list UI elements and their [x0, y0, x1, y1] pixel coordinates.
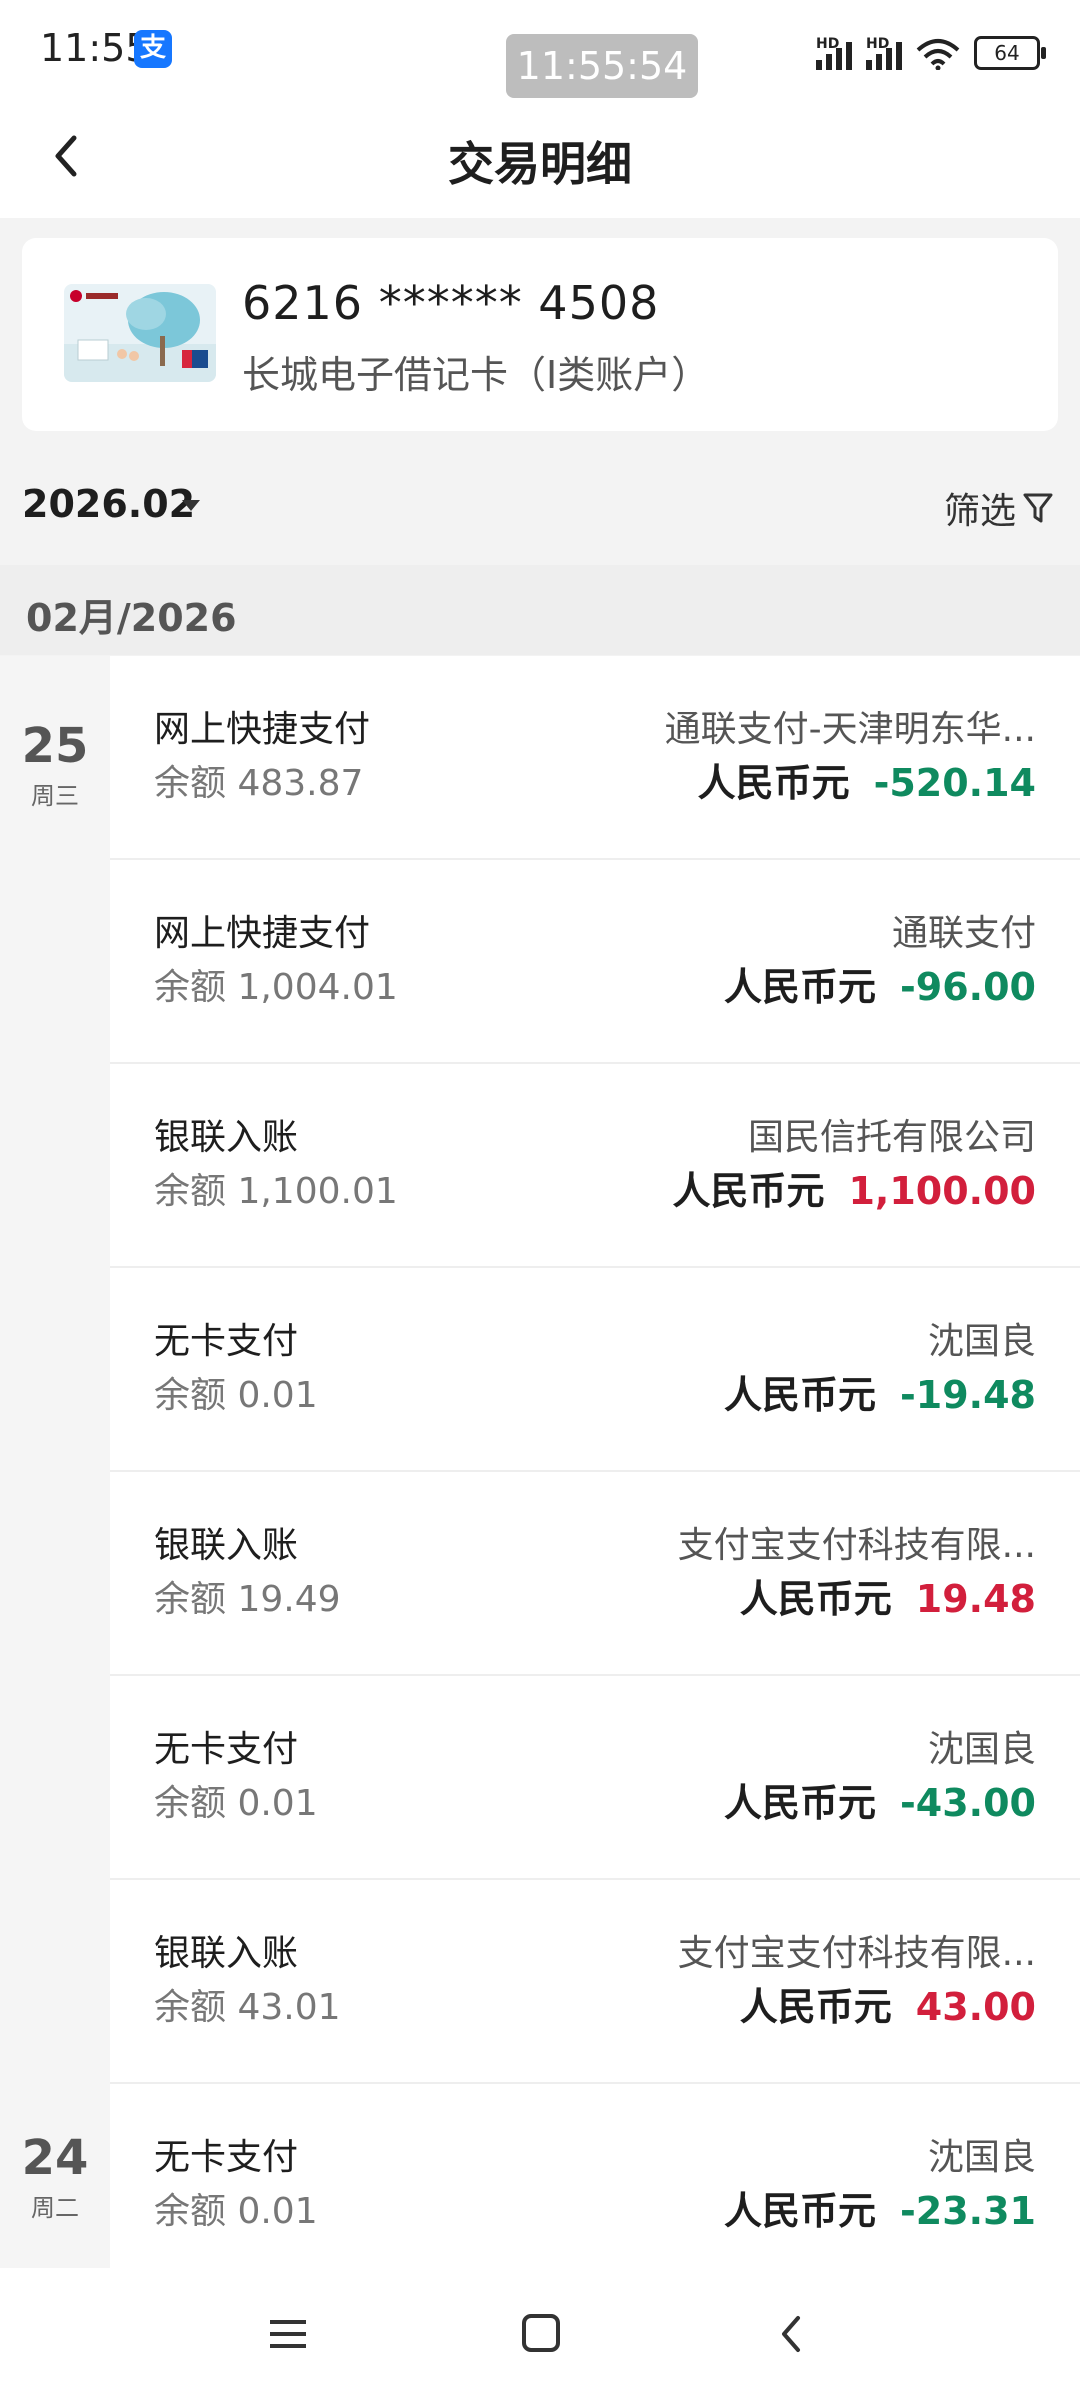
transaction-list: 25 周三 24 周二 网上快捷支付 余额 483.87 通联支付-天津明东华...… [0, 656, 1080, 2288]
counterparty: 沈国良 [927, 1729, 1036, 1770]
amount-line: 人民币元 -520.14 [698, 752, 1036, 807]
signal-icon: HD [816, 36, 852, 70]
transaction-amount: -96.00 [900, 965, 1036, 1009]
overlay-clock: 11:55:54 [506, 34, 698, 98]
currency-label: 人民币元 [724, 1373, 877, 1417]
caret-down-icon[interactable] [182, 500, 200, 511]
transaction-row[interactable]: 无卡支付余额 0.01 沈国良人民币元 -19.48 [110, 1268, 1080, 1472]
wifi-icon [916, 39, 960, 70]
transaction-row[interactable]: 网上快捷支付 余额 1,004.01 通联支付 人民币元 -96.00 [110, 860, 1080, 1064]
transaction-balance: 余额 43.01 [154, 1987, 341, 2028]
counterparty: 沈国良 [927, 1321, 1036, 1362]
counterparty: 通联支付-天津明东华... [664, 709, 1036, 750]
transaction-amount: 19.48 [915, 1577, 1036, 1621]
counterparty: 支付宝支付科技有限... [677, 1933, 1036, 1974]
funnel-icon [1023, 493, 1053, 523]
card-number: 6216 ****** 4508 [242, 276, 660, 330]
transaction-balance: 余额 19.49 [154, 1579, 341, 1620]
menu-icon[interactable] [258, 2308, 318, 2360]
transaction-amount: 1,100.00 [848, 1169, 1036, 1213]
date-column: 25 周三 24 周二 [0, 656, 110, 2268]
transaction-balance: 余额 1,100.01 [154, 1171, 398, 1212]
currency-label: 人民币元 [724, 965, 877, 1009]
transaction-amount: -43.00 [900, 1781, 1036, 1825]
status-icons: HD HD 64 [816, 30, 1046, 70]
bank-card-image [64, 284, 216, 382]
currency-label: 人民币元 [697, 761, 850, 805]
counterparty: 沈国良 [927, 2137, 1036, 2178]
transaction-amount: -520.14 [873, 761, 1036, 805]
amount-line: 人民币元 -96.00 [724, 956, 1036, 1011]
transaction-row[interactable]: 无卡支付余额 0.01 沈国良人民币元 -43.00 [110, 1676, 1080, 1880]
counterparty: 支付宝支付科技有限... [677, 1525, 1036, 1566]
amount-line: 人民币元 -43.00 [724, 1772, 1036, 1827]
transaction-type: 银联入账 [154, 1525, 299, 1566]
signal-icon: HD [866, 36, 902, 70]
filter-bar: 2026.02 筛选 [0, 462, 1080, 548]
transaction-rows: 网上快捷支付 余额 483.87 通联支付-天津明东华... 人民币元 -520.14 网… [110, 656, 1080, 2288]
header-bar: 交易明细 [0, 100, 1080, 218]
day-label: 25 周三 [21, 718, 89, 810]
filter-button[interactable]: 筛选 [944, 482, 1054, 534]
currency-label: 人民币元 [724, 2189, 877, 2233]
transaction-row[interactable]: 银联入账余额 19.49 支付宝支付科技有限... 人民币元 19.48 [110, 1472, 1080, 1676]
transaction-type: 银联入账 [154, 1933, 299, 1974]
transaction-amount: 43.00 [915, 1985, 1036, 2029]
currency-label: 人民币元 [724, 1781, 877, 1825]
transaction-type: 银联入账 [154, 1117, 299, 1158]
transaction-type: 无卡支付 [154, 1321, 299, 1362]
transaction-balance: 余额 483.87 [154, 763, 364, 804]
transaction-row[interactable]: 银联入账余额 1,100.01 国民信托有限公司人民币元 1,100.00 [110, 1064, 1080, 1268]
page-title: 交易明细 [448, 137, 632, 191]
transaction-row[interactable]: 无卡支付余额 0.01 沈国良人民币元 -23.31 [110, 2084, 1080, 2288]
day-label: 24 周二 [21, 2130, 89, 2222]
month-selector[interactable]: 2026.02 [22, 482, 195, 526]
amount-line: 人民币元 1,100.00 [672, 1160, 1036, 1215]
battery-icon: 64 [974, 36, 1046, 70]
currency-label: 人民币元 [739, 1985, 892, 2029]
transaction-row[interactable]: 银联入账余额 43.01 支付宝支付科技有限... 人民币元 43.00 [110, 1880, 1080, 2084]
counterparty: 通联支付 [891, 913, 1036, 954]
transaction-type: 网上快捷支付 [154, 709, 371, 750]
amount-line: 人民币元 -23.31 [724, 2180, 1036, 2235]
transaction-balance: 余额 1,004.01 [154, 967, 398, 1008]
transaction-balance: 余额 0.01 [154, 2191, 318, 2232]
counterparty: 国民信托有限公司 [747, 1117, 1036, 1158]
currency-label: 人民币元 [672, 1169, 825, 1213]
account-card[interactable]: 6216 ****** 4508 长城电子借记卡（I类账户） [22, 238, 1058, 431]
transaction-type: 无卡支付 [154, 2137, 299, 2178]
filter-label: 筛选 [943, 491, 1016, 532]
alipay-app-icon: 支 [134, 30, 172, 68]
transaction-amount: -23.31 [900, 2189, 1036, 2233]
amount-line: 人民币元 -19.48 [724, 1364, 1036, 1419]
card-name: 长城电子借记卡（I类账户） [242, 353, 710, 397]
status-bar: 11:55 支 11:55:54 HD HD 64 [0, 0, 1080, 100]
amount-line: 人民币元 43.00 [740, 1976, 1036, 2031]
transaction-type: 无卡支付 [154, 1729, 299, 1770]
currency-label: 人民币元 [739, 1577, 892, 1621]
month-section-header: 02月/2026 [0, 565, 1080, 655]
home-square-icon[interactable] [510, 2308, 570, 2360]
transaction-row[interactable]: 网上快捷支付 余额 483.87 通联支付-天津明东华... 人民币元 -520.14 [110, 656, 1080, 860]
transaction-balance: 余额 0.01 [154, 1783, 318, 1824]
section-label: 02月/2026 [26, 596, 237, 640]
back-chevron-icon[interactable] [762, 2308, 822, 2360]
amount-line: 人民币元 19.48 [740, 1568, 1036, 1623]
system-nav-bar [0, 2268, 1080, 2400]
transaction-balance: 余额 0.01 [154, 1375, 318, 1416]
transaction-type: 网上快捷支付 [154, 913, 371, 954]
transaction-amount: -19.48 [900, 1373, 1036, 1417]
